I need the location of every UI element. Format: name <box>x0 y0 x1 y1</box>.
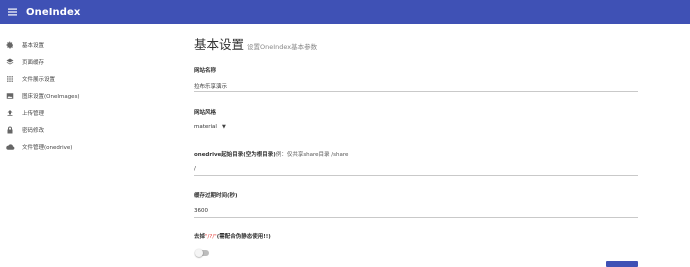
remove-slash-label-highlight: "/?/" <box>205 234 217 240</box>
remove-slash-toggle[interactable] <box>195 248 209 257</box>
toggle-knob <box>195 248 203 257</box>
cloud-icon <box>2 143 18 151</box>
hamburger-glyph <box>7 8 17 16</box>
sidebar-item-label: 文件展示设置 <box>22 76 56 83</box>
cache-time-label: 缓存过期时间(秒) <box>194 193 238 199</box>
grid-icon <box>2 75 18 83</box>
root-dir-input[interactable]: / <box>194 166 196 172</box>
sidebar-item-password[interactable]: 密码修改 <box>0 121 150 138</box>
sidebar-item-label: 上传管理 <box>22 110 45 117</box>
site-name-label: 网站名称 <box>194 68 217 74</box>
layers-icon <box>2 58 18 66</box>
cache-time-underline <box>194 217 638 218</box>
sidebar-item-page-cache[interactable]: 页面缓存 <box>0 53 150 70</box>
cache-time-input[interactable]: 3600 <box>194 208 208 214</box>
sidebar-item-file-manager[interactable]: 文件管理(onedrive) <box>0 138 150 155</box>
sidebar-item-basic-settings[interactable]: 基本设置 <box>0 36 150 53</box>
page-header: 基本设置 设置OneIndex基本参数 <box>194 34 317 53</box>
sidebar-item-label: 密码修改 <box>22 127 45 134</box>
sidebar-item-label: 基本设置 <box>22 42 45 49</box>
dropdown-caret-icon: ▼ <box>221 124 226 130</box>
image-icon <box>2 92 18 100</box>
site-name-input[interactable]: 拉布乐享演示 <box>194 82 227 90</box>
top-app-bar: OneIndex <box>0 0 690 24</box>
menu-icon[interactable] <box>0 0 24 24</box>
page-subtitle: 设置OneIndex基本参数 <box>247 43 318 51</box>
remove-slash-label: 去掉"/?/"(需配合伪静态使用!!) <box>194 232 271 240</box>
sidebar-item-label: 文件管理(onedrive) <box>22 144 73 151</box>
settings-form: 基本设置 设置OneIndex基本参数 网站名称 拉布乐享演示 网站风格 mat… <box>194 24 638 267</box>
sidebar-item-oneimages[interactable]: 图床设置(OneImages) <box>0 87 150 104</box>
root-dir-label: onedrive起始目录(空为根目录)例：仅共享share目录 /share <box>194 150 348 158</box>
remove-slash-label-prefix: 去掉 <box>194 234 206 240</box>
site-name-underline <box>194 91 638 92</box>
sidebar: 基本设置 页面缓存 文件展示设置 图床设置(OneImages) 上传管理 密码… <box>0 24 150 265</box>
site-style-label: 网站风格 <box>194 110 217 116</box>
site-style-value: material <box>194 124 217 130</box>
site-style-select[interactable]: material ▼ <box>194 124 226 130</box>
root-dir-label-text: onedrive起始目录(空为根目录) <box>194 152 276 158</box>
sidebar-item-label: 页面缓存 <box>22 59 45 66</box>
sidebar-item-upload[interactable]: 上传管理 <box>0 104 150 121</box>
lock-icon <box>2 126 18 134</box>
remove-slash-label-suffix: (需配合伪静态使用!!) <box>216 234 271 240</box>
page-title: 基本设置 <box>194 37 245 52</box>
sidebar-item-file-display[interactable]: 文件展示设置 <box>0 70 150 87</box>
root-dir-hint: 例：仅共享share目录 /share <box>275 152 349 158</box>
gear-icon <box>2 41 18 49</box>
save-button[interactable] <box>606 261 638 267</box>
sidebar-item-label: 图床设置(OneImages) <box>22 93 80 100</box>
upload-icon <box>2 109 18 117</box>
root-dir-underline <box>194 175 638 176</box>
app-title[interactable]: OneIndex <box>26 7 80 18</box>
